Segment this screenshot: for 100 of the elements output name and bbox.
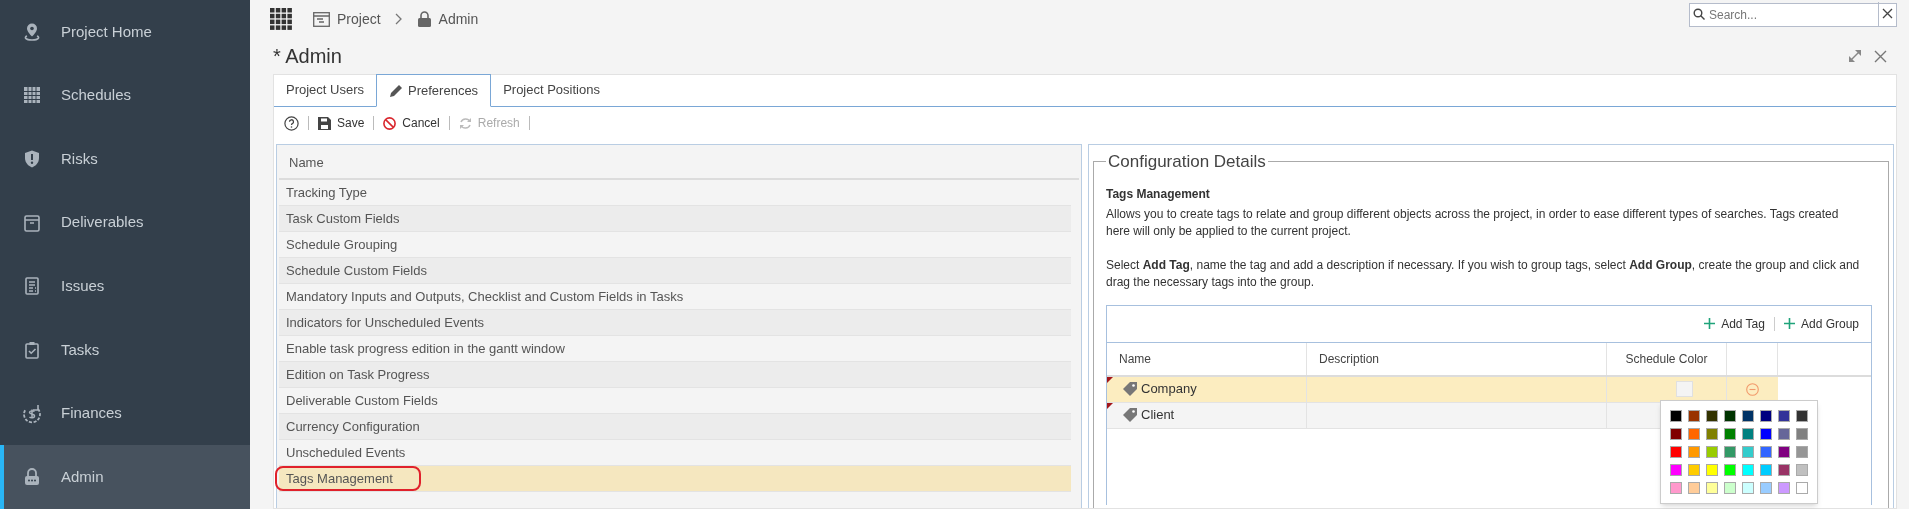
list-item-label: Tracking Type <box>285 183 368 202</box>
list-row[interactable]: Task Custom Fields <box>279 206 1071 232</box>
sidebar-item[interactable]: Tasks <box>0 318 250 382</box>
tab[interactable]: Preferences <box>376 74 492 107</box>
sidebar-item[interactable]: Risks <box>0 127 250 191</box>
color-swatch[interactable] <box>1724 445 1736 458</box>
color-swatch[interactable] <box>1796 427 1808 440</box>
list-row[interactable]: Edition on Task Progress <box>279 362 1071 388</box>
section-heading: Tags Management <box>1106 185 1211 203</box>
color-swatch[interactable] <box>1670 445 1682 458</box>
search-field[interactable]: Search... <box>1689 3 1897 27</box>
archive-box-icon <box>22 212 42 233</box>
color-swatch[interactable] <box>1688 481 1700 494</box>
tab[interactable]: Project Positions <box>491 74 612 106</box>
close-icon[interactable] <box>1874 49 1887 63</box>
color-swatch[interactable] <box>1742 409 1754 422</box>
sidebar-item[interactable]: Issues <box>0 254 250 319</box>
lock-icon <box>416 11 432 27</box>
tab[interactable]: Project Users <box>274 74 377 106</box>
list-item-label: Indicators for Unscheduled Events <box>285 313 485 332</box>
color-swatch[interactable] <box>1760 427 1772 440</box>
app-grid-icon[interactable] <box>270 8 292 30</box>
toolbar-button[interactable]: Save <box>318 114 365 132</box>
color-swatch[interactable] <box>1706 481 1718 494</box>
description-text: Allows you to create tags to relate and group different objects across the project, in order to ease different types of searches. Tags created here will only be applied to the current project. <box>1106 205 1840 240</box>
color-swatch[interactable] <box>1706 409 1718 422</box>
breadcrumb-link[interactable]: Admin <box>416 8 479 30</box>
color-swatch[interactable] <box>1724 481 1736 494</box>
column-header: Name <box>1107 342 1307 375</box>
color-swatch[interactable] <box>1796 481 1808 494</box>
tag-icon <box>1123 408 1137 422</box>
color-swatch[interactable] <box>1670 409 1682 422</box>
color-swatch[interactable] <box>1670 427 1682 440</box>
color-swatch[interactable] <box>1778 409 1790 422</box>
list-row[interactable]: Schedule Custom Fields <box>279 258 1071 284</box>
color-swatch[interactable] <box>1670 463 1682 476</box>
color-swatch[interactable] <box>1724 463 1736 476</box>
tag-row[interactable]: Company <box>1107 376 1778 403</box>
close-icon[interactable] <box>1882 8 1893 19</box>
color-swatch[interactable] <box>1778 463 1790 476</box>
save-icon <box>318 116 331 130</box>
breadcrumb-link[interactable]: Project <box>313 8 381 30</box>
color-swatch[interactable] <box>1706 445 1718 458</box>
color-swatch[interactable] <box>1760 409 1772 422</box>
color-swatch[interactable] <box>1724 427 1736 440</box>
calendar-grid-icon <box>22 85 42 106</box>
color-swatch[interactable] <box>1688 427 1700 440</box>
action-button[interactable]: Add Tag <box>1704 314 1765 333</box>
sidebar-item[interactable]: Schedules <box>0 63 250 128</box>
color-swatch[interactable] <box>1706 427 1718 440</box>
action-button[interactable]: Add Group <box>1783 314 1859 333</box>
color-picker-field[interactable] <box>1676 381 1693 397</box>
page-title: * Admin <box>273 44 342 69</box>
schedule-list-icon <box>313 11 330 27</box>
color-swatch[interactable] <box>1760 481 1772 494</box>
color-swatch[interactable] <box>1670 481 1682 494</box>
list-item-label: Tags Management <box>275 466 421 491</box>
color-swatch[interactable] <box>1688 445 1700 458</box>
help-icon[interactable] <box>284 115 299 131</box>
sidebar-item[interactable]: Deliverables <box>0 190 250 255</box>
color-swatch[interactable] <box>1742 445 1754 458</box>
color-swatch[interactable] <box>1796 463 1808 476</box>
color-swatch[interactable] <box>1742 481 1754 494</box>
list-item-label: Mandatory Inputs and Outputs, Checklist and Custom Fields in Tasks <box>285 287 685 306</box>
list-item-label: Currency Configuration <box>285 417 421 436</box>
color-swatch[interactable] <box>1778 427 1790 440</box>
list-row[interactable]: Indicators for Unscheduled Events <box>279 310 1071 336</box>
list-row[interactable]: Currency Configuration <box>279 414 1071 440</box>
sidebar-item[interactable]: Finances <box>0 381 250 446</box>
color-swatch[interactable] <box>1778 481 1790 494</box>
list-item-label: Task Custom Fields <box>285 209 401 228</box>
cancel-icon <box>383 116 397 130</box>
color-swatch[interactable] <box>1742 463 1754 476</box>
corner-marker <box>1107 402 1113 409</box>
column-header: Schedule Color <box>1607 342 1727 375</box>
color-swatch[interactable] <box>1688 409 1700 422</box>
color-swatch[interactable] <box>1760 445 1772 458</box>
expand-icon[interactable] <box>1848 49 1862 63</box>
clipboard-check-icon <box>22 339 42 360</box>
lock-icon <box>22 467 42 488</box>
color-swatch[interactable] <box>1706 463 1718 476</box>
document-icon <box>22 276 42 297</box>
sidebar-item[interactable]: Project Home <box>0 0 250 64</box>
column-header: Description <box>1307 342 1607 375</box>
color-swatch[interactable] <box>1724 409 1736 422</box>
toolbar-button[interactable]: Cancel <box>383 114 440 132</box>
color-swatch[interactable] <box>1760 463 1772 476</box>
list-item-label: Schedule Custom Fields <box>285 261 428 280</box>
remove-icon[interactable] <box>1746 382 1759 396</box>
color-swatch[interactable] <box>1688 463 1700 476</box>
sidebar-item[interactable]: Admin <box>0 445 250 509</box>
color-swatch[interactable] <box>1796 445 1808 458</box>
map-pin-icon <box>22 21 42 42</box>
search-icon <box>1693 8 1705 20</box>
plus-icon <box>1783 318 1795 329</box>
color-swatch[interactable] <box>1742 427 1754 440</box>
color-swatch[interactable] <box>1778 445 1790 458</box>
dollar-cycle-icon <box>22 403 42 424</box>
color-swatch[interactable] <box>1796 409 1808 422</box>
tag-icon <box>1123 382 1137 396</box>
